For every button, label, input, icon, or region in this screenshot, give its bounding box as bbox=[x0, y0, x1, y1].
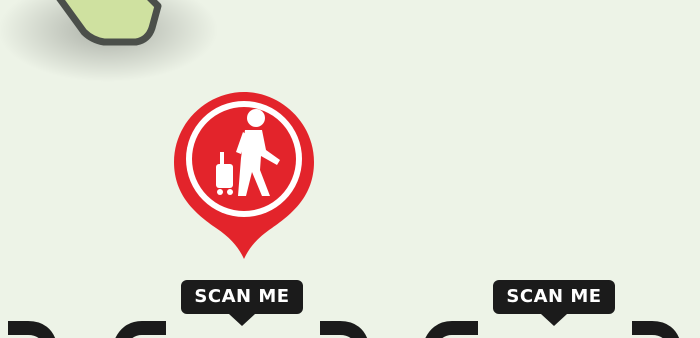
green-tile-decoration bbox=[0, 0, 218, 82]
bracket-decoration bbox=[425, 321, 478, 338]
bottom-bracket-decorations bbox=[8, 321, 680, 338]
location-pin-icon bbox=[174, 92, 314, 259]
arrow-down-icon bbox=[229, 314, 255, 326]
bracket-decoration bbox=[320, 321, 368, 338]
scan-me-badge: SCAN ME bbox=[493, 280, 615, 314]
bracket-decoration bbox=[632, 321, 680, 338]
scan-me-badge: SCAN ME bbox=[181, 280, 303, 314]
bracket-decoration bbox=[8, 321, 56, 338]
bracket-decoration bbox=[115, 321, 166, 338]
arrow-down-icon bbox=[541, 314, 567, 326]
